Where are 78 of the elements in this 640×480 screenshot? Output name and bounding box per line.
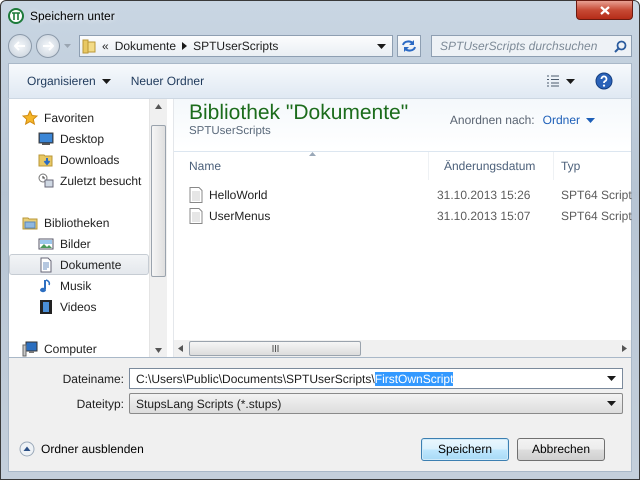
search-field[interactable]: SPTUserScripts durchsuchen [431, 35, 632, 57]
date-cell-text: 31.10.2013 15:07 [436, 208, 532, 222]
library-title: Bibliothek "Dokumente" [189, 101, 408, 125]
library-subtitle: SPTUserScripts [189, 125, 272, 137]
arrange-by-label: Anordnen nach: [450, 113, 535, 127]
refresh-button[interactable] [397, 35, 421, 57]
scroll-down-arrow-icon[interactable] [155, 348, 162, 352]
forward-button[interactable] [36, 34, 60, 58]
dropdown-caret-icon [102, 78, 111, 84]
sidebar-item[interactable]: Desktop [9, 128, 149, 149]
hide-folders-button[interactable]: Ordner ausblenden [19, 441, 144, 457]
forward-arrow-icon [42, 41, 54, 51]
filename-field[interactable]: C:\Users\Public\Documents\SPTUserScripts\FirstOwnScript [129, 368, 623, 389]
film-icon [38, 298, 54, 314]
file-icon [189, 208, 203, 224]
vertical-scrollbar[interactable] [149, 99, 167, 357]
grip-icon [272, 345, 278, 352]
filetype-dropdown[interactable]: StupsLang Scripts (*.stups) [129, 393, 623, 414]
scroll-right-arrow-icon[interactable] [622, 345, 627, 352]
view-caret-icon [566, 78, 575, 84]
scroll-left-arrow-icon[interactable] [178, 345, 183, 352]
breadcrumb-item[interactable]: SPTUserScripts [193, 39, 278, 53]
file-icon [189, 186, 203, 202]
breadcrumb-overflow[interactable]: « [102, 39, 109, 53]
dialog-button[interactable]: Abbrechen [517, 438, 605, 460]
help-icon [595, 72, 613, 90]
sidebar-item[interactable]: Downloads [9, 149, 149, 170]
document-icon [38, 256, 54, 272]
breadcrumb-separator-icon[interactable] [182, 42, 188, 50]
dialog-button[interactable]: Speichern [421, 438, 509, 460]
new-folder-button[interactable]: Neuer Ordner [122, 70, 212, 92]
back-button[interactable] [8, 34, 32, 58]
star-icon [22, 110, 38, 126]
sidebar-group[interactable]: Favoriten [9, 107, 149, 128]
sort-arrow-icon [309, 152, 316, 156]
scroll-up-arrow-icon[interactable] [155, 104, 162, 108]
sidebar-item[interactable]: Dokumente [9, 254, 149, 275]
file-name[interactable]: HelloWorld [209, 188, 268, 202]
sidebar-item[interactable]: Musik [9, 275, 149, 296]
details-view-icon [546, 75, 560, 87]
recent-places-icon [38, 172, 54, 188]
sidebar-group[interactable]: Computer [9, 338, 149, 357]
horizontal-scrollbar[interactable] [174, 340, 631, 357]
sidebar-item[interactable]: Videos [9, 296, 149, 317]
sidebar-item[interactable]: Bilder [9, 233, 149, 254]
window-title: Speichern unter [30, 9, 115, 23]
refresh-arrows-icon [401, 39, 417, 53]
filetype-label: Dateityp: [76, 396, 125, 410]
dropdown-caret-icon [607, 376, 616, 381]
folder-icon [82, 38, 96, 54]
close-icon [600, 6, 610, 14]
organize-menu-button[interactable]: Organisieren [19, 70, 119, 92]
collapse-icon [19, 441, 35, 457]
picture-icon [38, 236, 54, 252]
file-name[interactable]: UserMenus [209, 208, 270, 222]
app-logo-icon [8, 8, 24, 24]
dropdown-caret-icon [377, 44, 386, 48]
type-cell-text: SPT64 Script [560, 188, 632, 202]
column-header[interactable]: Typ [554, 152, 631, 180]
sidebar-item[interactable]: Zuletzt besucht [9, 170, 149, 191]
sidebar-group[interactable]: Bibliotheken [9, 212, 149, 233]
close-button[interactable] [576, 0, 633, 20]
address-bar[interactable]: « Dokumente SPTUserScripts [79, 35, 393, 57]
type-cell-text: SPT64 Script [560, 208, 632, 222]
download-folder-icon [38, 152, 54, 168]
column-header[interactable]: Name [174, 152, 429, 180]
filename-label: Dateiname: [62, 372, 125, 386]
date-cell-text: 31.10.2013 15:26 [436, 188, 532, 202]
breadcrumb-item[interactable]: Dokumente [114, 39, 176, 53]
back-arrow-icon [14, 41, 26, 51]
monitor-icon [38, 130, 54, 146]
computer-icon [22, 340, 38, 356]
arrange-by-dropdown[interactable]: Ordner [542, 113, 595, 127]
dropdown-caret-icon [586, 118, 595, 122]
library-folder-icon [22, 214, 38, 230]
search-icon [614, 40, 627, 52]
column-header[interactable]: Änderungsdatum [429, 152, 554, 180]
dropdown-caret-icon [607, 401, 616, 406]
